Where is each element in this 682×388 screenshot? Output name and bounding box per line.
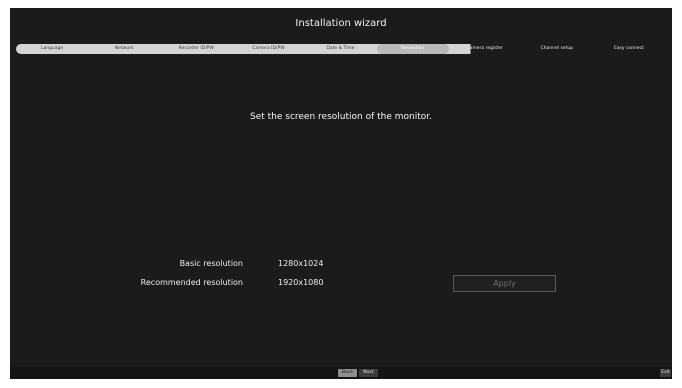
back-button[interactable]: Back [338,369,357,377]
step-language[interactable]: Language [16,44,88,54]
step-camera-id-pw[interactable]: Camera ID/PW [232,44,304,54]
apply-button[interactable]: Apply [453,275,556,292]
step-recorder-id-pw[interactable]: Recorder ID/PW [160,44,232,54]
wizard-screen: Installation wizard Language Network Rec… [10,8,672,379]
basic-resolution-label: Basic resolution [179,259,243,268]
footer-bar: Back Next Exit [10,367,672,379]
resolution-instruction: Set the screen resolution of the monitor… [249,112,432,122]
basic-resolution-value: 1280x1024 [278,259,324,268]
recommended-resolution-value: 1920x1080 [278,278,324,287]
recommended-resolution-label: Recommended resolution [140,278,243,287]
recommended-resolution-row: Recommended resolution 1920x1080 [10,278,672,290]
step-camera-register[interactable]: Camera register [449,44,521,54]
step-easy-connect[interactable]: Easy connect [593,44,665,54]
step-date-time[interactable]: Date & Time [304,44,376,54]
next-button[interactable]: Next [359,369,378,377]
step-network[interactable]: Network [88,44,160,54]
wizard-title: Installation wizard [295,18,387,29]
step-resolution[interactable]: Resolution [376,44,449,54]
basic-resolution-row: Basic resolution 1280x1024 [10,259,672,271]
step-channel-setup[interactable]: Channel setup [521,44,593,54]
step-progress-bar: Language Network Recorder ID/PW Camera I… [16,44,665,54]
exit-button[interactable]: Exit [660,369,671,377]
